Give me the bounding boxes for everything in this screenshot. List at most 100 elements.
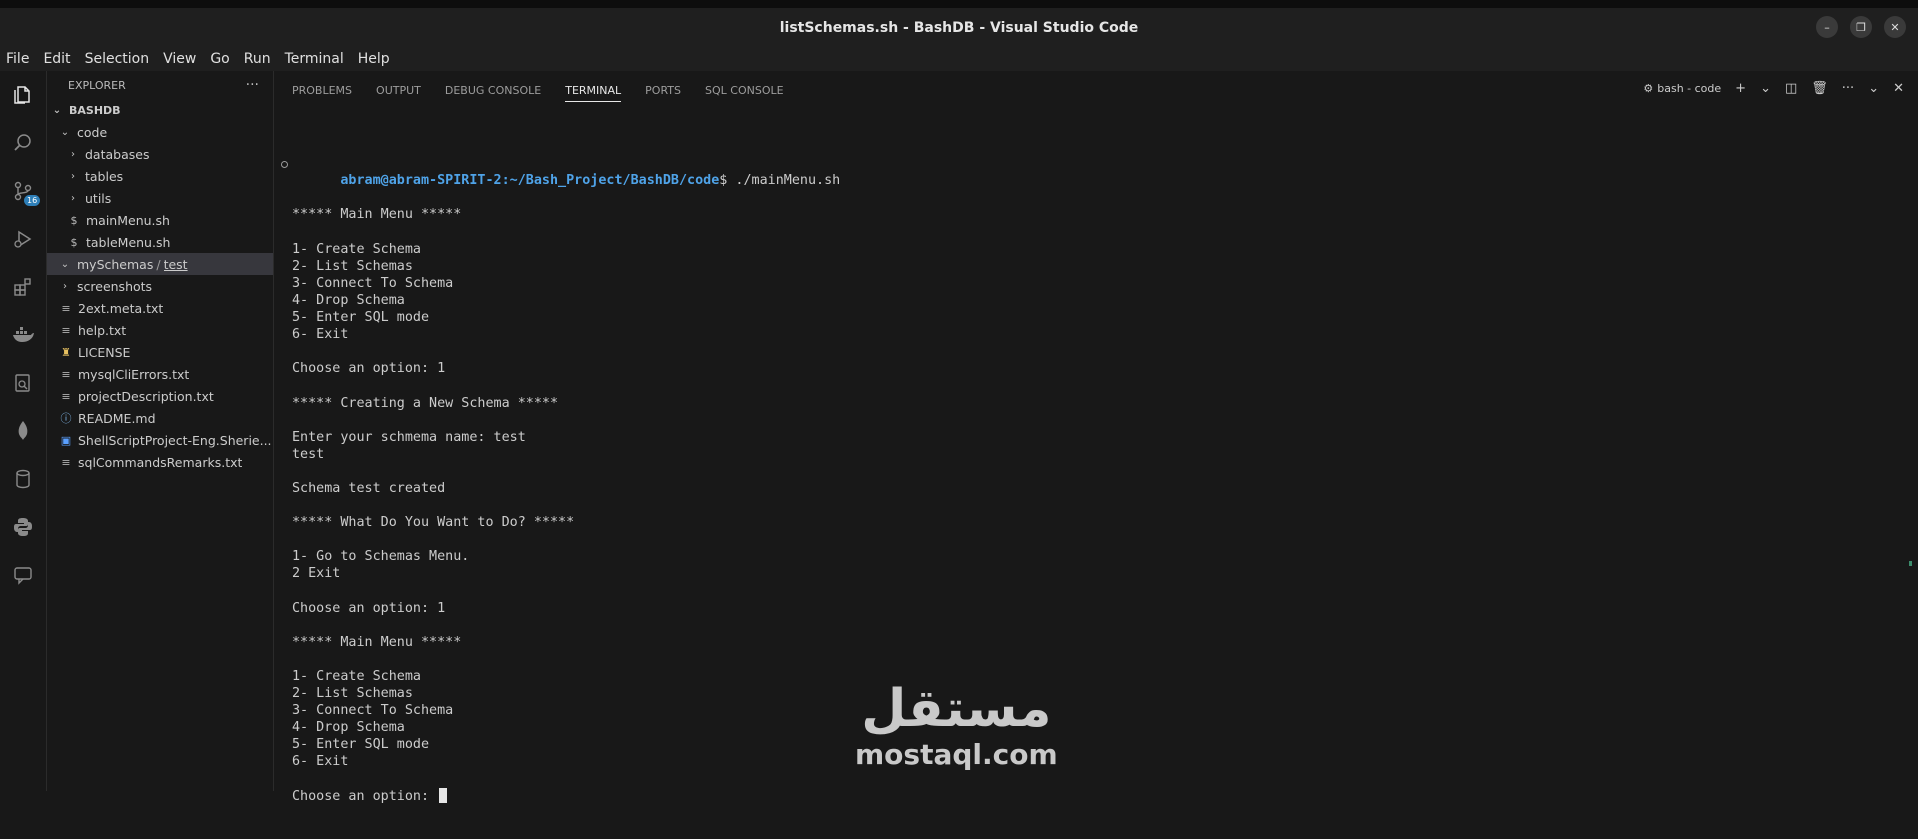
mostaql-watermark: مستقل mostaql.com (855, 682, 1058, 770)
chevron-down-icon: ⌄ (60, 126, 70, 138)
top-system-strip (0, 0, 1918, 8)
restore-button[interactable]: ❐ (1850, 16, 1872, 38)
menu-bar: File Edit Selection View Go Run Terminal… (0, 47, 1918, 71)
run-debug-icon[interactable] (0, 215, 46, 263)
prompt-command: $ ./mainMenu.sh (719, 173, 841, 189)
tab-output[interactable]: OUTPUT (376, 80, 421, 101)
terminal-scrollbar-marker (1909, 561, 1912, 566)
terminal-panel: PROBLEMS OUTPUT DEBUG CONSOLE TERMINAL P… (274, 71, 1918, 804)
tree-file-readme[interactable]: ⓘ README.md (47, 407, 273, 429)
tree-folder-code[interactable]: ⌄ code (47, 121, 273, 143)
menu-selection[interactable]: Selection (83, 51, 152, 67)
chevron-right-icon: › (63, 280, 67, 292)
explorer-header: EXPLORER ··· (47, 71, 273, 99)
terminal-line: ***** Creating a New Schema ***** (292, 395, 559, 411)
tab-debug-console[interactable]: DEBUG CONSOLE (445, 80, 541, 101)
database-icon[interactable] (0, 455, 46, 503)
chevron-right-icon: › (71, 148, 75, 160)
command-decoration-icon (281, 161, 288, 169)
window-titlebar: listSchemas.sh - BashDB - Visual Studio … (0, 8, 1918, 47)
tab-problems[interactable]: PROBLEMS (292, 80, 352, 101)
shell-file-icon: $ (70, 213, 78, 227)
tab-sql-console[interactable]: SQL CONSOLE (705, 80, 784, 101)
tab-terminal[interactable]: TERMINAL (565, 80, 622, 102)
tree-file-mainmenu[interactable]: $ mainMenu.sh (47, 209, 273, 231)
tree-folder-myschemas[interactable]: ⌄ mySchemas / test (47, 253, 273, 275)
remote-explorer-icon[interactable] (0, 359, 46, 407)
panel-toolbar: ⚙ bash - code + ⌄ ◫ 🗑 ··· ⌄ ✕ (1643, 81, 1904, 96)
tree-file-2ext-meta[interactable]: ≡ 2ext.meta.txt (47, 297, 273, 319)
tree-file-mysqlclierrors[interactable]: ≡ mysqlCliErrors.txt (47, 363, 273, 385)
explorer-more-button[interactable]: ··· (246, 77, 259, 93)
terminal-output[interactable]: abram@abram-SPIRIT-2:~/Bash_Project/Bash… (281, 121, 1872, 839)
menu-help[interactable]: Help (356, 51, 392, 67)
split-terminal-button[interactable]: ◫ (1785, 81, 1797, 96)
tree-folder-databases[interactable]: › databases (47, 143, 273, 165)
new-terminal-button[interactable]: + (1735, 81, 1746, 96)
license-icon: ♜ (61, 345, 71, 359)
tree-file-projectdescription[interactable]: ≡ projectDescription.txt (47, 385, 273, 407)
menu-file[interactable]: File (4, 51, 31, 67)
terminal-line: 5- Enter SQL mode (292, 310, 430, 326)
text-file-icon: ≡ (61, 389, 71, 403)
launch-profile-button[interactable]: ⌄ (1760, 81, 1771, 96)
tree-root-bashdb[interactable]: ⌄ BASHDB (47, 99, 273, 121)
text-file-icon: ≡ (61, 301, 71, 315)
terminal-line: 1- Go to Schemas Menu. (292, 549, 470, 565)
tab-ports[interactable]: PORTS (645, 80, 681, 101)
tree-file-tablemenu[interactable]: $ tableMenu.sh (47, 231, 273, 253)
tree-file-shellscriptproject[interactable]: ▣ ShellScriptProject-Eng.Sherie... (47, 429, 273, 451)
menu-run[interactable]: Run (242, 51, 273, 67)
docker-icon[interactable] (0, 311, 46, 359)
minimize-button[interactable]: – (1816, 16, 1838, 38)
tree-folder-screenshots[interactable]: › screenshots (47, 275, 273, 297)
search-icon[interactable] (0, 119, 46, 167)
source-control-icon[interactable]: 16 (0, 167, 46, 215)
menu-view[interactable]: View (161, 51, 198, 67)
terminal-line: Schema test created (292, 480, 446, 496)
terminal-line: 2 Exit (292, 566, 341, 582)
watermark-arabic: مستقل (861, 679, 1052, 739)
explorer-title: EXPLORER (68, 78, 126, 92)
watermark-latin: mostaql.com (855, 738, 1058, 771)
tree-file-license[interactable]: ♜ LICENSE (47, 341, 273, 363)
terminal-shell-selector[interactable]: ⚙ bash - code (1643, 82, 1721, 95)
terminal-prompt-line: abram@abram-SPIRIT-2:~/Bash_Project/Bash… (281, 155, 1872, 188)
kill-terminal-button[interactable]: 🗑 (1811, 81, 1828, 96)
source-control-badge: 16 (24, 195, 41, 206)
mongodb-icon[interactable] (0, 407, 46, 455)
terminal-line: 6- Exit (292, 327, 349, 343)
chevron-right-icon: › (71, 192, 75, 204)
chevron-down-icon: ⌄ (52, 104, 62, 116)
tree-folder-utils[interactable]: › utils (47, 187, 273, 209)
terminal-line: 1- Create Schema (292, 241, 421, 257)
menu-edit[interactable]: Edit (41, 51, 72, 67)
tree-file-help[interactable]: ≡ help.txt (47, 319, 273, 341)
text-file-icon: ≡ (61, 455, 71, 469)
files-icon[interactable] (0, 71, 46, 119)
python-icon[interactable] (0, 503, 46, 551)
terminal-line: 4- Drop Schema (292, 720, 405, 736)
chat-icon[interactable] (0, 551, 46, 599)
extensions-icon[interactable] (0, 263, 46, 311)
tree-folder-tables[interactable]: › tables (47, 165, 273, 187)
more-actions-button[interactable]: ··· (1842, 81, 1854, 96)
terminal-lines: ***** Main Menu ***** 1- Create Schema 2- … (292, 206, 1872, 804)
prompt-user: abram@abram-SPIRIT-2 (340, 173, 502, 189)
close-window-button[interactable]: ✕ (1884, 16, 1906, 38)
menu-terminal[interactable]: Terminal (283, 51, 346, 67)
text-file-icon: ≡ (61, 367, 71, 381)
terminal-line: test (292, 446, 325, 462)
terminal-line: Choose an option: 1 (292, 361, 446, 377)
terminal-line: 6- Exit (292, 754, 349, 770)
maximize-panel-button[interactable]: ⌄ (1868, 81, 1879, 96)
terminal-line: Choose an option: 1 (292, 600, 446, 616)
tree-file-sqlcommandsremarks[interactable]: ≡ sqlCommandsRemarks.txt (47, 451, 273, 473)
menu-go[interactable]: Go (208, 51, 231, 67)
close-panel-button[interactable]: ✕ (1893, 81, 1904, 96)
